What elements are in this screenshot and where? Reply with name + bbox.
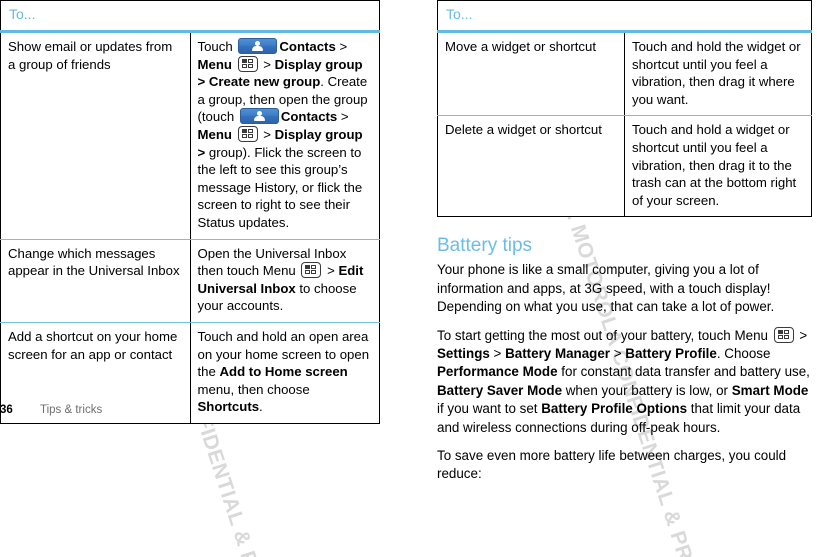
task-cell: Move a widget or shortcut xyxy=(437,31,625,117)
contacts-app-icon xyxy=(238,38,278,54)
emphasis-text: Menu xyxy=(197,56,232,72)
table-header-to: To... xyxy=(0,0,380,33)
page-number: 36 xyxy=(0,403,13,416)
body-paragraph: To save even more battery life between c… xyxy=(437,448,787,482)
emphasis-text: Edit Universal Inbox xyxy=(197,263,364,296)
emphasis-text: Contacts xyxy=(279,39,336,54)
page-footer: 36 Tips & tricks xyxy=(0,404,380,416)
menu-key-icon xyxy=(237,125,258,142)
manual-page: To... Show email or updates from a group… xyxy=(0,0,817,557)
step-cell: Touch Contacts > Menu > Display group > … xyxy=(189,31,380,240)
table-header-row: To... xyxy=(437,0,812,33)
emphasis-text: Settings xyxy=(437,345,490,361)
step-cell: Touch and hold a widget or shortcut unti… xyxy=(624,115,812,218)
right-table-body: Move a widget or shortcut Touch and hold… xyxy=(437,31,812,218)
emphasis-text: Battery Manager xyxy=(505,345,611,361)
right-column: To... Move a widget or shortcut Touch an… xyxy=(437,0,812,494)
table-row: Show email or updates from a group of fr… xyxy=(0,31,380,240)
menu-key-icon xyxy=(301,262,322,279)
table-row: Delete a widget or shortcut Touch and ho… xyxy=(437,115,812,218)
task-cell: Change which messages appear in the Univ… xyxy=(0,239,191,323)
emphasis-text: Add to Home screen xyxy=(219,364,348,380)
menu-key-icon xyxy=(237,55,258,72)
step-cell: Open the Universal Inbox then touch Menu… xyxy=(189,239,380,323)
table-row: Move a widget or shortcut Touch and hold… xyxy=(437,31,812,117)
howto-table-left: To... Show email or updates from a group… xyxy=(0,0,380,424)
task-cell: Delete a widget or shortcut xyxy=(437,115,625,218)
emphasis-text: Contacts xyxy=(280,109,338,125)
body-paragraph: Your phone is like a small computer, giv… xyxy=(437,262,775,315)
contacts-app-icon xyxy=(239,108,279,125)
menu-key-icon xyxy=(773,326,794,343)
emphasis-text: Performance Mode xyxy=(437,364,558,380)
emphasis-text: Battery Profile xyxy=(625,345,717,361)
body-paragraph: To start getting the most out of your ba… xyxy=(437,326,810,435)
emphasis-text: Menu xyxy=(197,126,232,142)
section-heading-battery-tips: Battery tips xyxy=(437,235,533,257)
step-cell: Touch and hold the widget or shortcut un… xyxy=(624,31,812,117)
task-cell: Show email or updates from a group of fr… xyxy=(0,31,191,240)
emphasis-text: Smart Mode xyxy=(731,382,809,398)
footer-section-title: Tips & tricks xyxy=(40,403,103,416)
table-header-to: To... xyxy=(437,0,812,33)
left-table-body: Show email or updates from a group of fr… xyxy=(0,31,380,424)
emphasis-text: Battery Saver Mode xyxy=(437,382,563,398)
table-row: Change which messages appear in the Univ… xyxy=(0,239,380,323)
howto-table-right: To... Move a widget or shortcut Touch an… xyxy=(437,0,812,218)
table-header-row: To... xyxy=(0,0,380,33)
left-column: To... Show email or updates from a group… xyxy=(0,0,380,424)
emphasis-text: Battery Profile Options xyxy=(541,401,688,417)
